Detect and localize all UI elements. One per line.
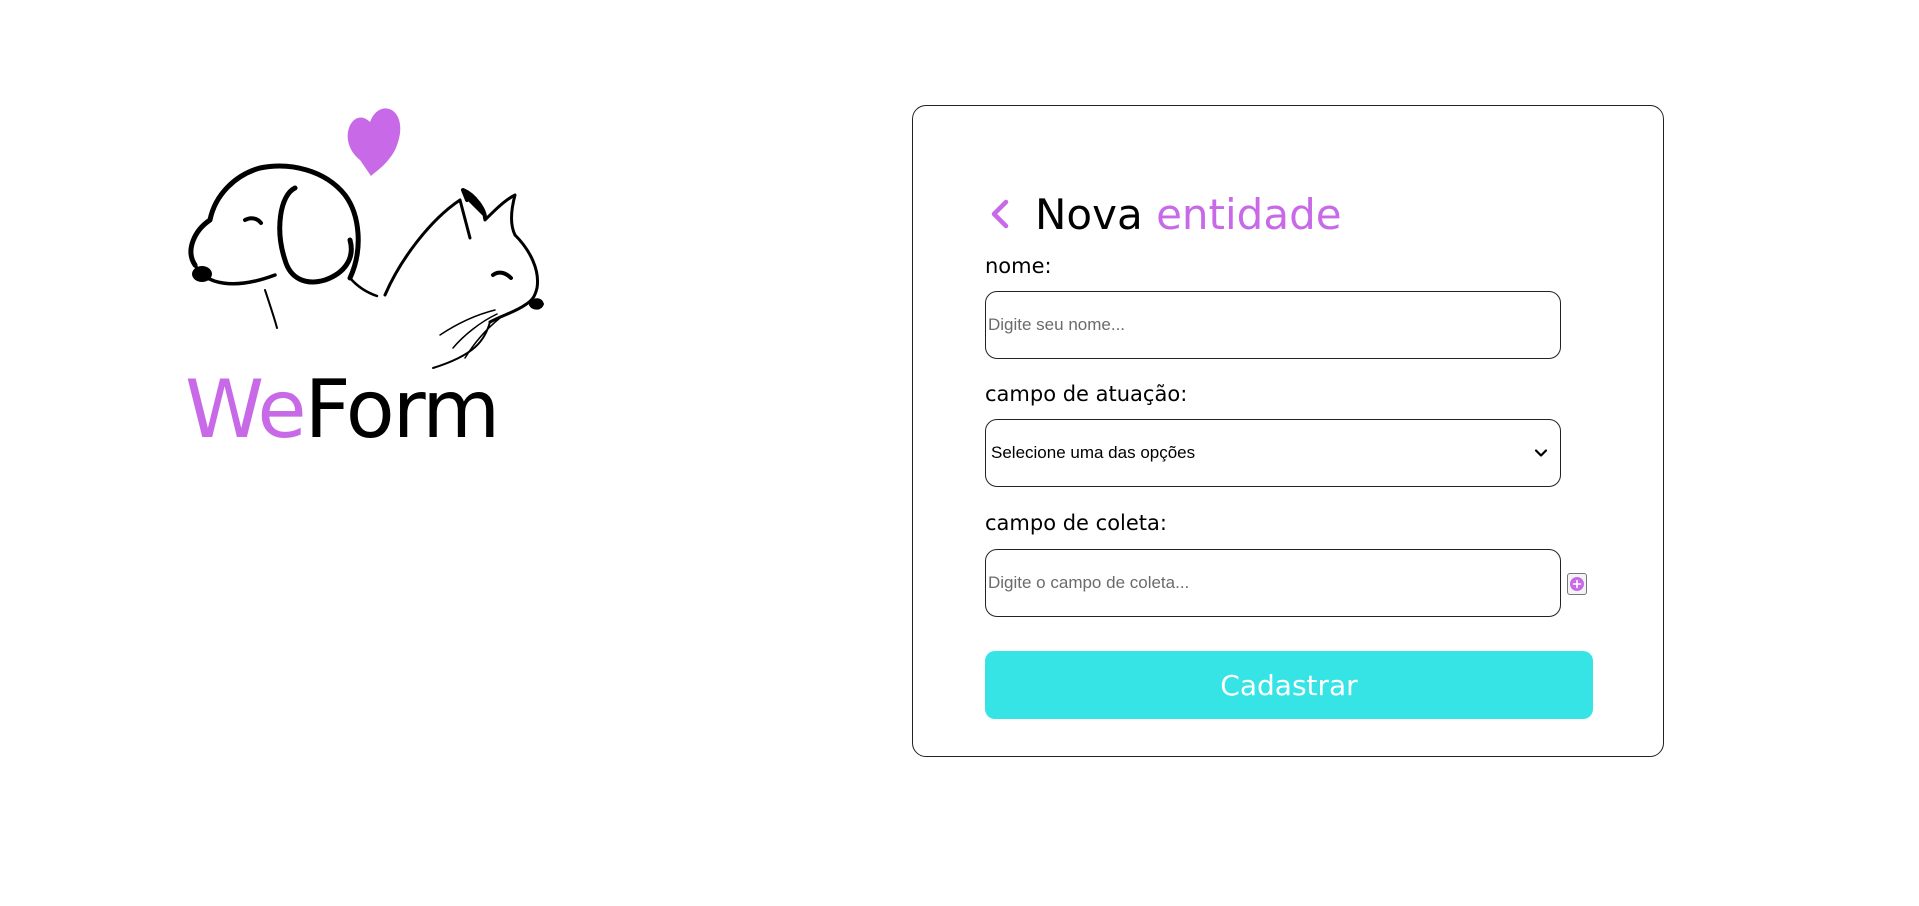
back-button[interactable] <box>985 194 1015 234</box>
new-entity-form-card: Nova entidade nome: campo de atuação: Se… <box>912 105 1664 757</box>
pets-illustration <box>188 108 544 369</box>
cat-outline-icon <box>383 188 544 369</box>
collection-field-box <box>985 549 1561 617</box>
area-select-value: Selecione uma das opções <box>991 443 1196 462</box>
brand-name-main: Form <box>304 363 501 456</box>
brand-wordmark: WeForm <box>185 370 500 450</box>
add-collection-button[interactable] <box>1567 573 1587 595</box>
brand-name-accent: We <box>185 363 307 456</box>
heart-icon <box>347 108 401 176</box>
area-select[interactable]: Selecione uma das opções <box>985 419 1561 487</box>
name-input[interactable] <box>986 292 1560 358</box>
name-label: nome: <box>985 254 1052 278</box>
plus-circle-icon <box>1570 577 1584 591</box>
collection-input[interactable] <box>986 550 1560 616</box>
title-main: Nova <box>1035 189 1143 239</box>
title-accent: entidade <box>1156 189 1342 239</box>
chevron-down-icon <box>1534 446 1548 460</box>
page-title: Nova entidade <box>1035 190 1342 239</box>
brand-logo: WeForm <box>185 100 565 460</box>
form-header: Nova entidade <box>985 184 1342 244</box>
collection-label: campo de coleta: <box>985 511 1167 535</box>
dog-outline-icon <box>188 163 379 329</box>
submit-button[interactable]: Cadastrar <box>985 651 1593 719</box>
area-label: campo de atuação: <box>985 382 1188 406</box>
chevron-left-icon <box>991 199 1009 229</box>
name-field-box <box>985 291 1561 359</box>
